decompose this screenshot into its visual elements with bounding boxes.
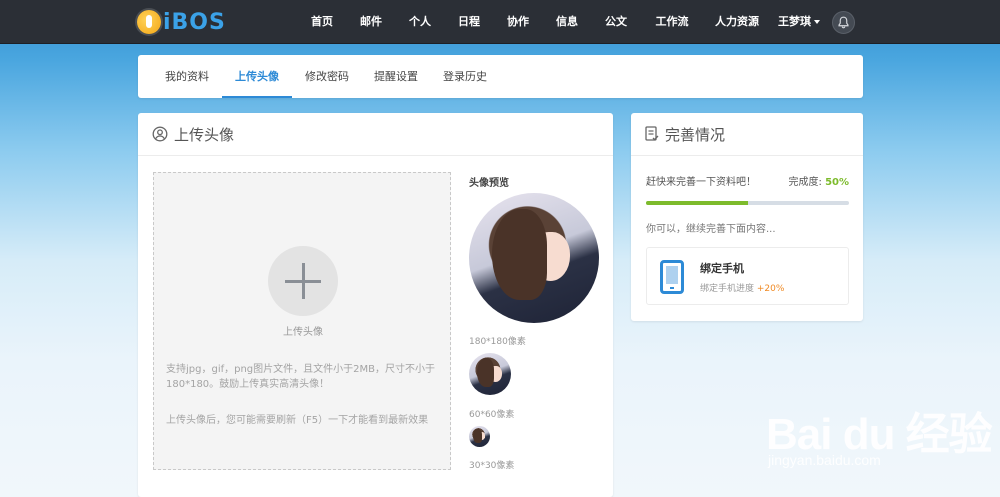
chevron-down-icon: [814, 20, 820, 24]
upload-avatar-card: 上传头像 上传头像 支持jpg，gif，png图片文件，且文件小于2MB，尺寸不…: [138, 113, 613, 497]
completion-progress-fill: [646, 201, 748, 205]
top-navbar: iBOS 首页 邮件 个人 日程 协作 信息 公文 工作流 人力资源 王梦琪: [0, 0, 1000, 44]
nav-item-workflow[interactable]: 工作流: [652, 0, 692, 44]
watermark-url: jingyan.baidu.com: [768, 452, 881, 468]
completion-card: 完善情况 赶快来完善一下资料吧！ 完成度: 50% 你可以，继续完善下面内容..…: [631, 113, 863, 321]
tab-my-profile[interactable]: 我的资料: [158, 55, 216, 98]
avatar-dropzone[interactable]: 上传头像 支持jpg，gif，png图片文件，且文件小于2MB，尺寸不小于180…: [153, 172, 451, 470]
task-bind-phone[interactable]: 绑定手机 绑定手机进度 +20%: [646, 247, 849, 305]
completion-progress-bar: [646, 201, 849, 205]
notification-button[interactable]: [832, 11, 855, 34]
completion-percent: 完成度: 50%: [789, 173, 850, 188]
tab-login-history[interactable]: 登录历史: [436, 55, 494, 98]
upload-card-title: 上传头像: [174, 125, 235, 144]
completion-prompt: 赶快来完善一下资料吧！: [646, 177, 756, 188]
user-name: 王梦琪: [778, 15, 811, 28]
logo-bulb-icon: [137, 10, 161, 34]
nav-item-home[interactable]: 首页: [306, 0, 338, 44]
plus-icon[interactable]: [268, 246, 338, 316]
completion-percent-label: 完成度:: [788, 177, 822, 188]
avatar-preview-medium: [469, 353, 511, 395]
preview-title: 头像预览: [469, 178, 509, 189]
avatar-preview-small: [469, 426, 490, 447]
nav-item-personal[interactable]: 个人: [404, 0, 436, 44]
size-label-small: 30*30像素: [469, 461, 515, 471]
nav-item-mail[interactable]: 邮件: [355, 0, 387, 44]
task-title: 绑定手机: [700, 262, 744, 275]
nav-item-calendar[interactable]: 日程: [453, 0, 485, 44]
upload-refresh-note: 上传头像后，您可能需要刷新（F5）一下才能看到最新效果: [166, 415, 429, 426]
tab-reminder-settings[interactable]: 提醒设置: [367, 55, 425, 98]
user-menu[interactable]: 王梦琪: [778, 0, 820, 44]
size-label-medium: 60*60像素: [469, 410, 515, 420]
tab-change-password[interactable]: 修改密码: [298, 55, 356, 98]
dropzone-label: 上传头像: [283, 327, 323, 338]
completion-hint: 你可以，继续完善下面内容...: [646, 224, 776, 235]
upload-help-text: 支持jpg，gif，png图片文件，且文件小于2MB，尺寸不小于180*180。…: [166, 364, 436, 390]
upload-card-header: 上传头像: [138, 113, 613, 156]
completion-card-title: 完善情况: [665, 125, 726, 144]
logo-text: iBOS: [163, 9, 226, 35]
task-bonus: +20%: [756, 284, 785, 294]
nav-item-document[interactable]: 公文: [600, 0, 632, 44]
bell-icon: [838, 16, 849, 29]
app-logo[interactable]: iBOS: [137, 8, 242, 36]
nav-item-collab[interactable]: 协作: [502, 0, 534, 44]
baidu-watermark: Bai du 经验 jingyan.baidu.com: [766, 396, 1000, 496]
user-circle-icon: [152, 126, 168, 142]
completion-percent-value: 50%: [825, 177, 849, 188]
tab-upload-avatar[interactable]: 上传头像: [222, 55, 292, 98]
task-progress-text: 绑定手机进度 +20%: [700, 281, 784, 294]
nav-item-info[interactable]: 信息: [551, 0, 583, 44]
completion-card-header: 完善情况: [631, 113, 863, 156]
size-label-large: 180*180像素: [469, 337, 526, 347]
checklist-icon: [645, 126, 659, 141]
task-progress-label: 绑定手机进度: [700, 284, 755, 294]
nav-item-hr[interactable]: 人力资源: [712, 0, 762, 44]
phone-icon: [660, 260, 684, 294]
avatar-preview-large: [469, 193, 599, 323]
profile-tabs: 我的资料 上传头像 修改密码 提醒设置 登录历史: [138, 55, 863, 98]
